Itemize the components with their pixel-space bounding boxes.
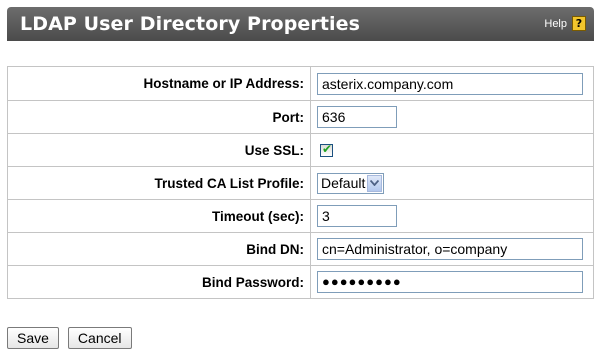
port-label: Port: (7, 100, 311, 134)
use-ssl-checkbox[interactable]: ✔ (320, 141, 333, 157)
panel-header: LDAP User Directory Properties Help ? (7, 7, 594, 41)
form-row-bind-password: Bind Password: ●●●●●●●●● (7, 265, 594, 299)
trusted-ca-selected-value: Default (321, 175, 366, 191)
bind-password-input[interactable]: ●●●●●●●●● (317, 271, 583, 293)
form-row-use-ssl: Use SSL: ✔ (7, 133, 594, 167)
help-label: Help (544, 17, 567, 30)
trusted-ca-select[interactable]: Default (317, 172, 385, 194)
bind-password-label: Bind Password: (7, 265, 311, 299)
properties-table: Hostname or IP Address: Port: Use SSL: ✔… (7, 66, 594, 299)
bind-dn-label: Bind DN: (7, 232, 311, 266)
form-row-hostname: Hostname or IP Address: (7, 66, 594, 101)
page-title: LDAP User Directory Properties (20, 13, 361, 35)
trusted-ca-label: Trusted CA List Profile: (7, 166, 311, 200)
cancel-button[interactable]: Cancel (67, 327, 132, 349)
form-row-timeout: Timeout (sec): (7, 199, 594, 233)
chevron-down-icon[interactable] (367, 174, 383, 192)
form-row-bind-dn: Bind DN: (7, 232, 594, 266)
bind-dn-input[interactable] (317, 238, 583, 260)
form-row-trusted-ca: Trusted CA List Profile: Default (7, 166, 594, 200)
checkmark-icon: ✔ (322, 141, 333, 156)
port-input[interactable] (317, 106, 397, 128)
hostname-label: Hostname or IP Address: (7, 66, 311, 101)
form-actions: Save Cancel (7, 327, 132, 349)
help-link[interactable]: Help ? (544, 16, 586, 31)
save-button[interactable]: Save (7, 327, 59, 349)
hostname-input[interactable] (317, 72, 583, 95)
timeout-label: Timeout (sec): (7, 199, 311, 233)
question-mark-icon: ? (572, 16, 586, 31)
form-row-port: Port: (7, 100, 594, 134)
use-ssl-label: Use SSL: (7, 133, 311, 167)
timeout-input[interactable] (317, 205, 397, 227)
